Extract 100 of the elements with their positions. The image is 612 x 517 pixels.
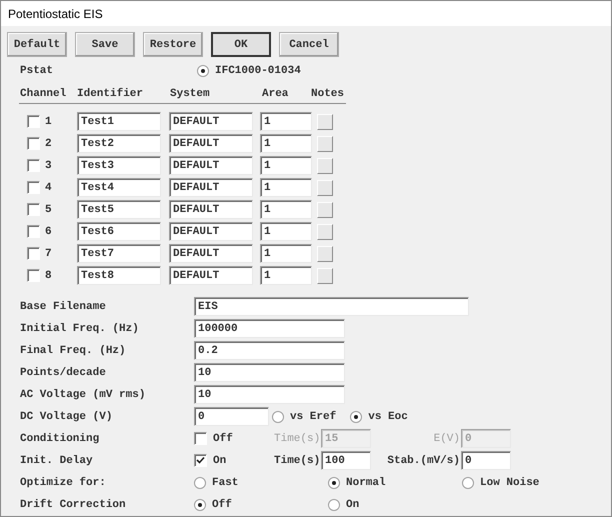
input-field[interactable]: 0	[194, 407, 269, 426]
field-label: Final Freq. (Hz)	[20, 344, 127, 356]
checkbox[interactable]	[27, 181, 40, 194]
field-label: E(V)	[432, 432, 461, 444]
input-field[interactable]: Test2	[77, 134, 161, 153]
radio-label: Low Noise	[480, 476, 540, 488]
input-field[interactable]: Test1	[77, 112, 161, 131]
radio-label: Off	[212, 498, 232, 510]
channel-number: 3	[45, 160, 52, 172]
input-field[interactable]: 10	[194, 385, 345, 404]
input-field[interactable]: DEFAULT	[169, 222, 253, 241]
channel-number: 2	[45, 138, 52, 150]
input-field[interactable]: 1	[260, 200, 312, 219]
field-label: Drift Correction	[20, 498, 127, 510]
input-field[interactable]: 1	[260, 112, 312, 131]
input-field[interactable]: 0.2	[194, 341, 345, 360]
checkbox-label: On	[213, 454, 226, 466]
channel-number: 5	[45, 204, 52, 216]
input-field[interactable]: 1	[260, 134, 312, 153]
radio-button[interactable]	[328, 476, 340, 488]
radio-label: vs Eoc	[368, 410, 408, 422]
dialog-button[interactable]: OK	[211, 32, 271, 57]
input-field[interactable]: 100000	[194, 319, 345, 338]
input-field[interactable]: DEFAULT	[169, 134, 253, 153]
input-field[interactable]: 1	[260, 178, 312, 197]
radio-button[interactable]	[194, 476, 206, 488]
dialog-button[interactable]: Default	[7, 32, 67, 57]
input-field[interactable]: 0	[461, 451, 511, 470]
radio-label: On	[346, 498, 360, 510]
radio-label: Normal	[346, 476, 386, 488]
input-field[interactable]: DEFAULT	[169, 112, 253, 131]
input-field[interactable]: DEFAULT	[169, 156, 253, 175]
column-header: Area	[262, 88, 290, 100]
input-field[interactable]: 100	[321, 451, 371, 470]
checkbox[interactable]	[27, 247, 40, 260]
radio-button[interactable]	[350, 410, 362, 422]
pstat-label: Pstat	[20, 65, 54, 77]
notes-button[interactable]	[317, 158, 333, 174]
channel-number: 7	[45, 248, 52, 260]
field-label: Points/decade	[20, 366, 107, 378]
window-title: Potentiostatic EIS	[8, 6, 103, 20]
input-field[interactable]: 1	[260, 244, 312, 263]
channel-number: 8	[45, 270, 52, 282]
column-header: Notes	[311, 88, 346, 100]
radio-button[interactable]	[194, 498, 206, 510]
column-header: Identifier	[77, 88, 144, 100]
channel-number: 6	[45, 226, 52, 238]
input-field[interactable]: DEFAULT	[169, 178, 253, 197]
input-field[interactable]: DEFAULT	[169, 200, 253, 219]
radio-button[interactable]	[197, 65, 209, 77]
checkbox[interactable]	[194, 454, 207, 467]
radio-label: vs Eref	[290, 410, 336, 422]
notes-button[interactable]	[317, 136, 333, 152]
input-field[interactable]: Test8	[77, 266, 161, 285]
checkbox[interactable]	[27, 225, 40, 238]
input-field[interactable]: 1	[260, 156, 312, 175]
notes-button[interactable]	[317, 114, 333, 130]
radio-label: IFC1000-01034	[215, 65, 301, 77]
input-field[interactable]: Test5	[77, 200, 161, 219]
input-field[interactable]: 10	[194, 363, 345, 382]
column-header: System	[170, 88, 211, 100]
input-field[interactable]: Test4	[77, 178, 161, 197]
input-field[interactable]: 1	[260, 222, 312, 241]
radio-button[interactable]	[462, 476, 474, 488]
field-label: AC Voltage (mV rms)	[20, 388, 146, 400]
radio-label: Fast	[212, 476, 238, 488]
checkbox[interactable]	[27, 137, 40, 150]
field-label: Initial Freq. (Hz)	[20, 322, 140, 334]
field-label: Time(s)	[274, 454, 321, 466]
notes-button[interactable]	[317, 224, 333, 240]
notes-button[interactable]	[317, 246, 333, 262]
input-field[interactable]: DEFAULT	[169, 244, 253, 263]
field-label: Init. Delay	[20, 454, 94, 466]
field-label: Base Filename	[20, 300, 107, 312]
dialog-button[interactable]: Restore	[143, 32, 203, 57]
checkbox[interactable]	[27, 203, 40, 216]
checkbox[interactable]	[27, 115, 40, 128]
input-field[interactable]: Test6	[77, 222, 161, 241]
input-field[interactable]: EIS	[194, 297, 469, 316]
field-label: Time(s)	[274, 432, 321, 444]
input-field[interactable]: 1	[260, 266, 312, 285]
input-field[interactable]: DEFAULT	[169, 266, 253, 285]
field-label: Stab.(mV/s)	[386, 454, 461, 466]
radio-button[interactable]	[328, 498, 340, 510]
field-label: DC Voltage (V)	[20, 410, 114, 422]
dialog-button[interactable]: Cancel	[279, 32, 339, 57]
input-field[interactable]: Test3	[77, 156, 161, 175]
field-label: Optimize for:	[20, 476, 107, 488]
notes-button[interactable]	[317, 268, 333, 284]
input-field[interactable]: Test7	[77, 244, 161, 263]
dialog-button[interactable]: Save	[75, 32, 135, 57]
channel-number: 4	[45, 182, 52, 194]
column-header: Channel	[20, 88, 68, 100]
notes-button[interactable]	[317, 180, 333, 196]
checkbox[interactable]	[27, 159, 40, 172]
field-label: Conditioning	[20, 432, 100, 444]
checkbox-label: Off	[213, 432, 233, 444]
notes-button[interactable]	[317, 202, 333, 218]
radio-button[interactable]	[272, 410, 284, 422]
checkbox[interactable]	[27, 269, 40, 282]
